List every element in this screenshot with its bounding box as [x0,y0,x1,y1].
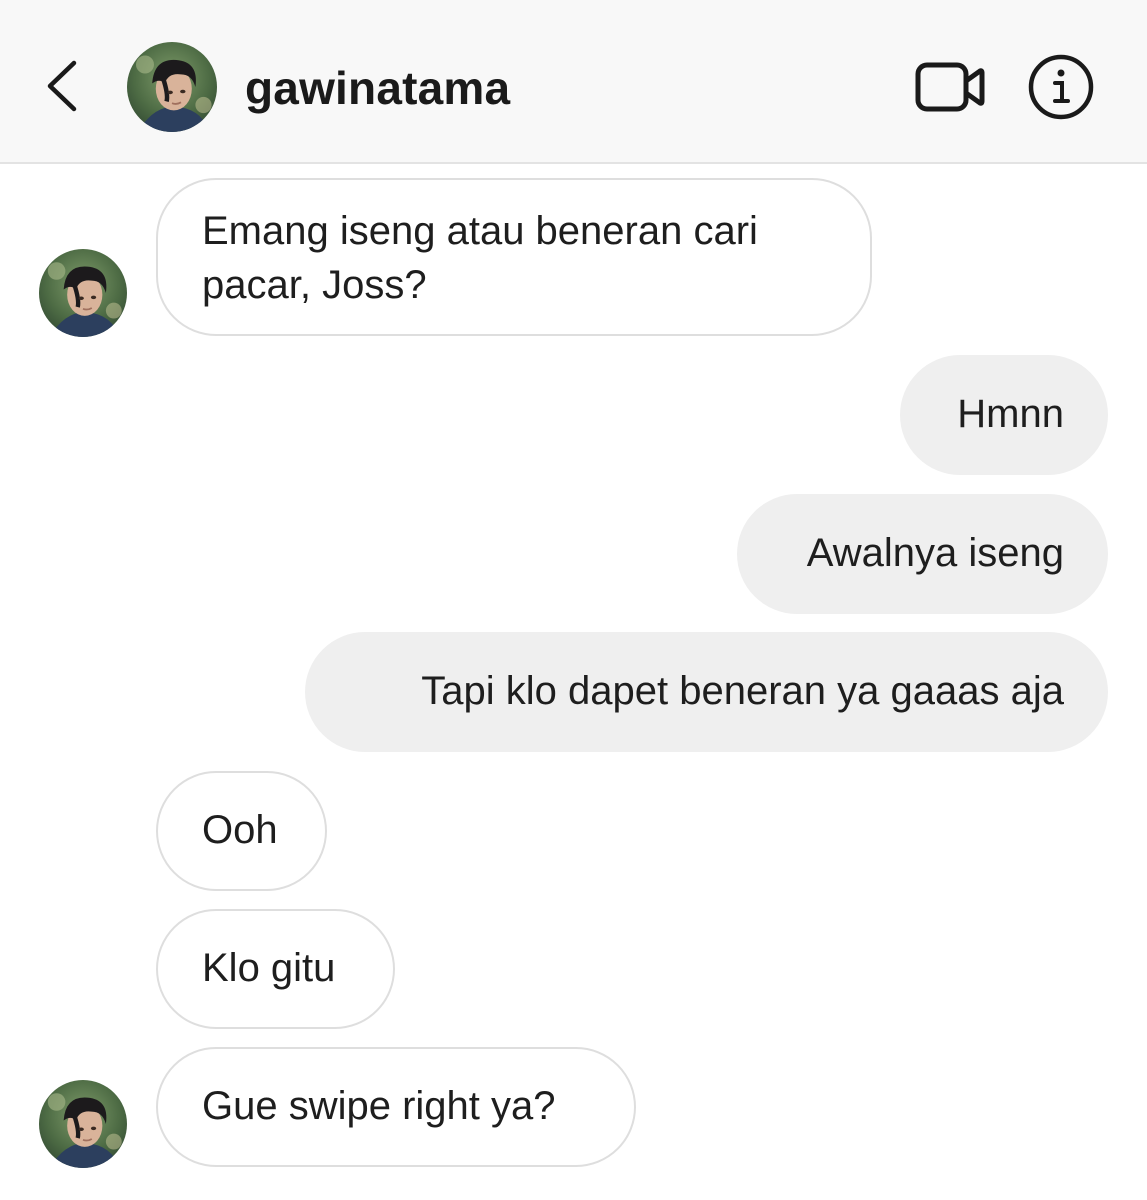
video-call-button[interactable] [912,56,988,118]
message-bubble-incoming[interactable]: Ooh [156,771,327,891]
contact-avatar[interactable] [127,42,217,132]
sender-avatar[interactable] [39,1080,127,1168]
info-button[interactable] [1026,52,1096,122]
video-camera-icon [915,62,985,112]
contact-username[interactable]: gawinatama [245,60,510,116]
message-text: Ooh [202,808,278,852]
message-text: Emang iseng atau beneran cari [202,209,758,253]
message-text: Awalnya iseng [806,531,1064,575]
message-bubble-outgoing[interactable]: Hmnn [900,355,1108,475]
message-bubble-incoming[interactable]: Gue swipe right ya? [156,1047,636,1167]
message-text: pacar, Joss? [202,263,427,307]
chevron-left-icon [47,60,77,112]
message-bubble-incoming[interactable]: Emang iseng atau beneran cari pacar, Jos… [156,178,872,336]
back-button[interactable] [36,54,88,118]
info-icon [1028,54,1094,120]
message-bubble-incoming[interactable]: Klo gitu [156,909,395,1029]
message-text: Tapi klo dapet beneran ya gaaas aja [421,669,1064,713]
message-text: Gue swipe right ya? [202,1084,556,1128]
message-text: Klo gitu [202,946,336,990]
message-bubble-outgoing[interactable]: Awalnya iseng [737,494,1108,614]
message-text: Hmnn [957,392,1064,436]
chat-header: gawinatama [0,0,1147,164]
message-bubble-outgoing[interactable]: Tapi klo dapet beneran ya gaaas aja [305,632,1108,752]
sender-avatar[interactable] [39,249,127,337]
